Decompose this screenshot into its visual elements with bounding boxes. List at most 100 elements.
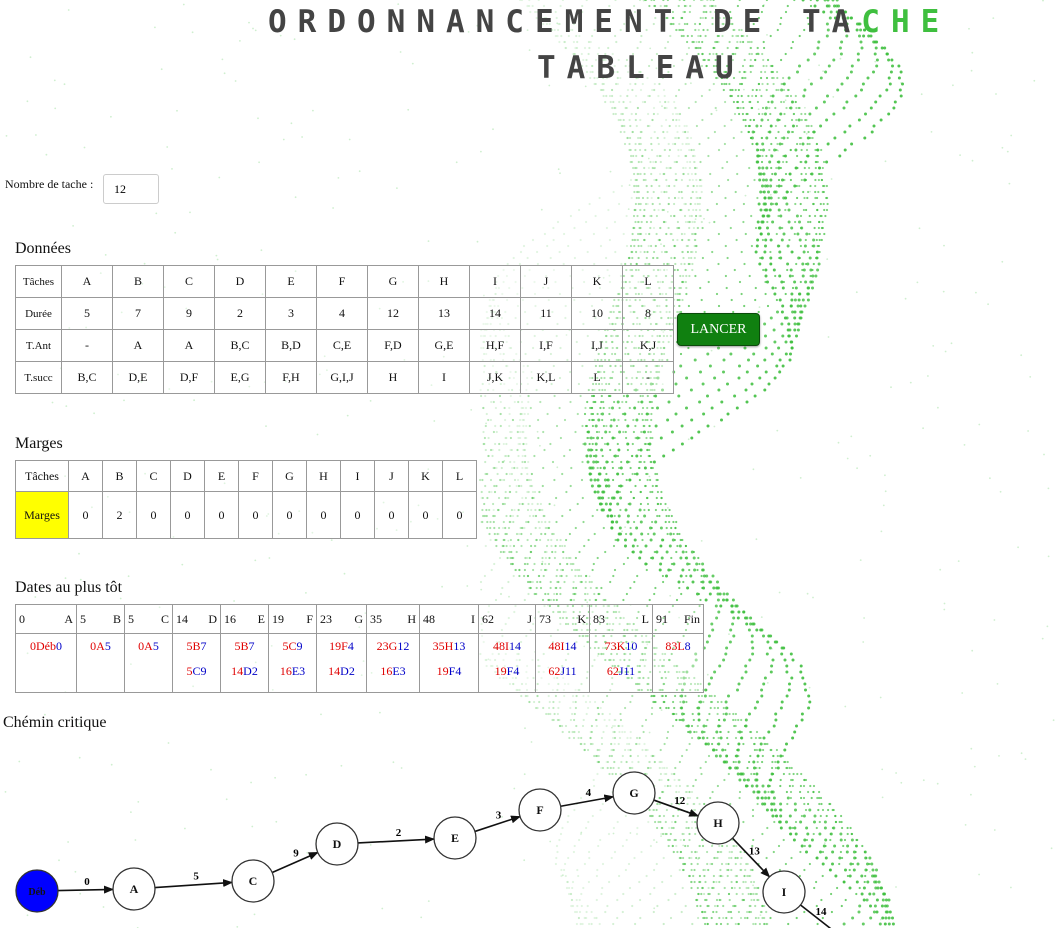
predecessor-value: 48: [548, 639, 561, 653]
earliest-date: 5: [128, 611, 134, 626]
data-row: Tâches A B C D E F G H I J K L: [15, 265, 674, 298]
predecessor-line: 62J11: [590, 659, 652, 684]
predecessor-value: E: [392, 664, 400, 678]
predecessor-value: 11: [565, 664, 577, 678]
data-cell: G: [367, 265, 419, 298]
margins-task-header: L: [442, 460, 477, 492]
predecessor-value: B: [192, 639, 201, 653]
earliest-date: 19: [272, 611, 284, 626]
predecessor-line: 19F4: [420, 659, 478, 684]
predecessor-value: C: [192, 664, 201, 678]
margin-value: 0: [68, 491, 103, 539]
date-predecessors-cell: 48I14 19F4: [478, 633, 536, 693]
data-cell: 5: [61, 297, 113, 330]
date-task: J: [527, 611, 532, 626]
predecessor-line: 48I14: [536, 634, 589, 659]
launch-button[interactable]: LANCER: [677, 313, 760, 346]
predecessor-value: 16: [380, 664, 393, 678]
date-header-cell: 14 D: [172, 604, 221, 634]
date-task: F: [306, 611, 313, 626]
data-cell: I: [418, 361, 470, 394]
edge-duration-label: 12: [674, 795, 686, 807]
date-header: 23 G: [317, 612, 366, 627]
predecessor-value: 3: [399, 664, 406, 678]
data-cell: J: [520, 265, 572, 298]
date-predecessors-cell: 0Déb0: [15, 633, 77, 693]
date-header-cell: 19 F: [268, 604, 317, 634]
data-cell: C,E: [316, 329, 368, 362]
predecessor-value: 8: [684, 639, 691, 653]
data-cell: C: [163, 265, 215, 298]
node-label: Déb: [28, 887, 46, 898]
predecessor-value: Déb: [36, 639, 56, 653]
predecessor-line: 35H13: [420, 634, 478, 659]
earliest-date: 14: [176, 611, 188, 626]
margins-task-header: I: [340, 460, 375, 492]
data-row: Durée 5 7 9 2 3 4 12 13 14 11 10 8: [15, 297, 674, 330]
data-cell: F,H: [265, 361, 317, 394]
margin-value: 0: [408, 491, 443, 539]
node-label: I: [782, 885, 787, 899]
data-cell: A: [112, 329, 164, 362]
predecessor-line: 5C9: [269, 634, 316, 659]
date-header: 16 E: [221, 612, 268, 627]
date-header-cell: 83 L: [589, 604, 653, 634]
predecessor-line: 0Déb0: [16, 634, 76, 659]
data-cell: G,I,J: [316, 361, 368, 394]
date-predecessors-cell: 73K10 62J11: [589, 633, 653, 693]
predecessor-value: 4: [513, 664, 520, 678]
margins-table: Tâches ABCDEFGHIJKL Marges 020000000000: [15, 460, 477, 539]
data-cell: H,F: [469, 329, 521, 362]
margins-header-label: Tâches: [15, 460, 69, 492]
critical-path-edge: [731, 837, 771, 878]
edge-duration-label: 5: [193, 871, 199, 883]
predecessor-line: 14D2: [221, 659, 268, 684]
date-header: 14 D: [173, 612, 220, 627]
date-header-cell: 0A: [15, 604, 77, 634]
predecessor-value: A: [144, 639, 153, 653]
date-header-cell: 16 E: [220, 604, 269, 634]
data-row-label: T.succ: [15, 361, 62, 394]
data-cell: D: [214, 265, 266, 298]
task-count-input[interactable]: [103, 174, 159, 204]
predecessor-value: 7: [200, 639, 207, 653]
predecessor-line: 73K10: [590, 634, 652, 659]
data-cell: K,L: [520, 361, 572, 394]
date-header-cell: 23 G: [316, 604, 367, 634]
earliest-date: 5: [80, 611, 86, 626]
predecessor-value: 2: [251, 664, 258, 678]
predecessor-value: 4: [347, 639, 354, 653]
predecessor-line: 23G12: [367, 634, 419, 659]
predecessor-value: 9: [200, 664, 207, 678]
date-header: 35 H: [367, 612, 419, 627]
dates-section-title: Dates au plus tôt: [15, 579, 123, 596]
margins-task-header: G: [272, 460, 307, 492]
predecessor-value: 73: [604, 639, 617, 653]
date-task: E: [257, 611, 265, 626]
data-cell: J,K: [469, 361, 521, 394]
data-cell: A: [163, 329, 215, 362]
margin-value: 0: [306, 491, 341, 539]
node-label: A: [130, 882, 139, 896]
predecessor-line: 19F4: [317, 634, 366, 659]
predecessor-value: 35: [432, 639, 445, 653]
predecessor-value: 48: [493, 639, 505, 653]
data-cell: 3: [265, 297, 317, 330]
predecessor-value: 14: [509, 639, 521, 653]
predecessor-value: 10: [625, 639, 638, 653]
predecessor-value: A: [96, 639, 105, 653]
data-cell: 12: [367, 297, 419, 330]
margins-task-header: F: [238, 460, 273, 492]
data-cell: 11: [520, 297, 572, 330]
page-title: ORDONNANCEMENT DE TACHE: [268, 4, 950, 40]
predecessor-value: 19: [329, 639, 342, 653]
node-label: H: [713, 816, 723, 830]
edge-duration-label: 4: [586, 787, 592, 799]
date-header: 83 L: [590, 612, 652, 627]
margins-task-header: K: [408, 460, 443, 492]
data-cell: G,E: [418, 329, 470, 362]
data-cell: 7: [112, 297, 164, 330]
data-cell: I: [469, 265, 521, 298]
critical-path-node: H: [696, 801, 740, 845]
date-header-cell: 62 J: [478, 604, 536, 634]
